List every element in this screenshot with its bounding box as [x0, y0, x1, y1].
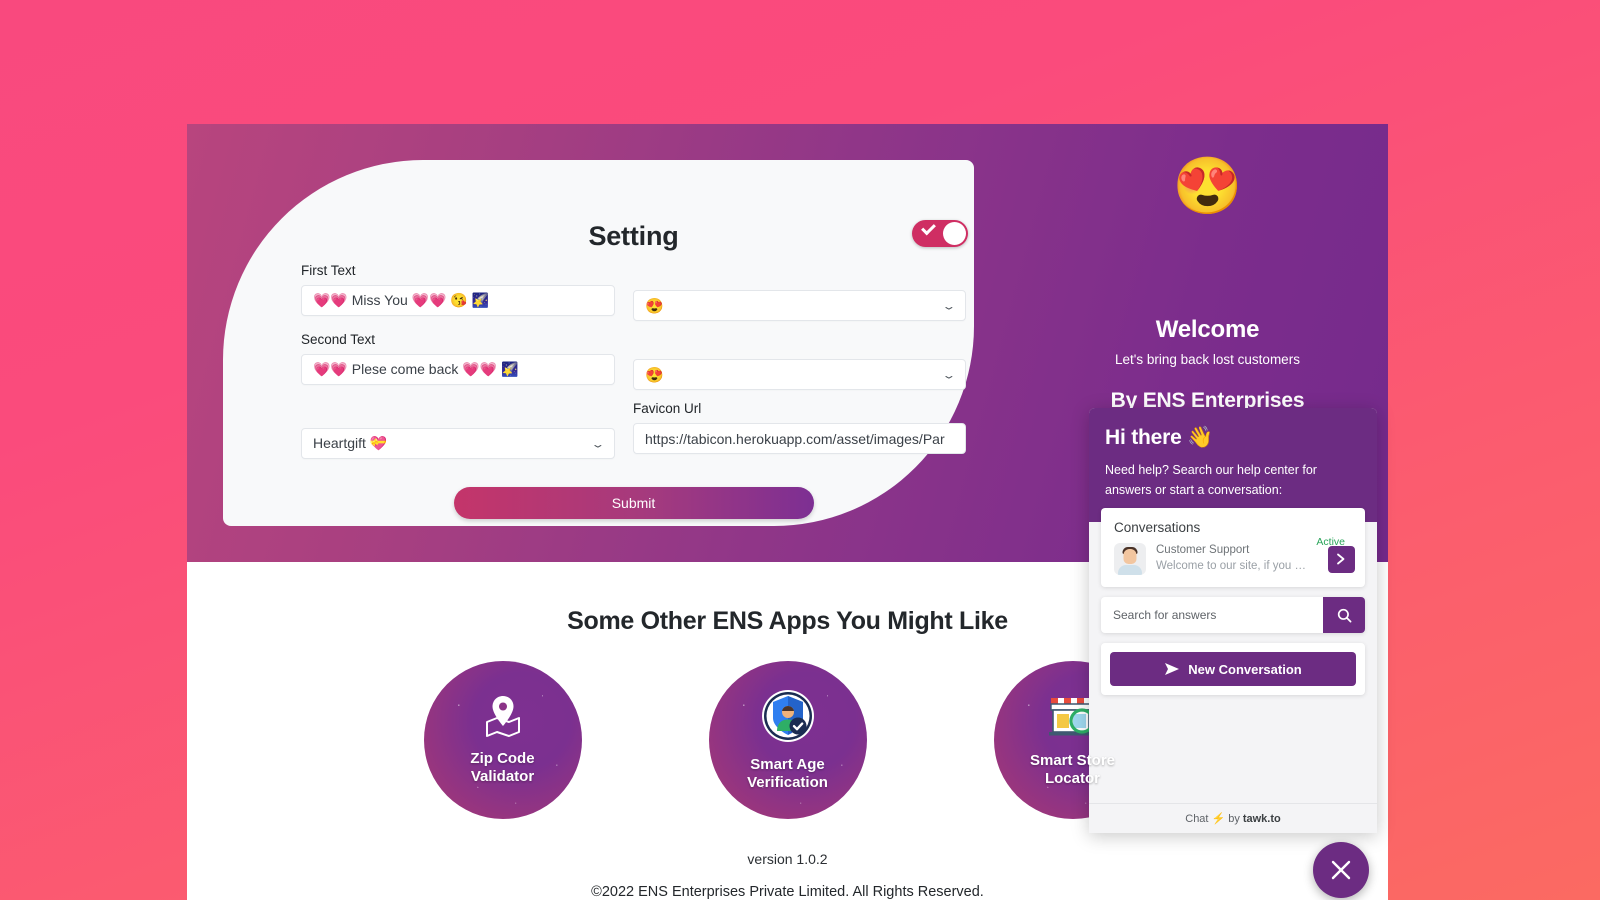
chevron-down-icon: ⌄	[590, 437, 606, 450]
check-icon	[921, 220, 936, 236]
conversation-preview: Welcome to our site, if you nee...	[1156, 560, 1308, 572]
help-search-panel	[1101, 597, 1365, 633]
field-favicon-url: Favicon Url https://tabicon.herokuapp.co…	[633, 400, 966, 459]
theme-spacer	[301, 400, 615, 423]
second-text-input[interactable]: 💗💗 Plese come back 💗💗 🌠	[301, 354, 615, 385]
app-label-smart-age-verification: Smart Age Verification	[747, 756, 828, 791]
second-emoji-value: 😍	[645, 366, 664, 384]
app-card-zip-code-validator[interactable]: Zip Code Validator	[423, 661, 582, 819]
new-conversation-label: New Conversation	[1188, 661, 1302, 677]
form-grid: First Text 💗💗 Miss You 💗💗 😘 🌠 😍 ⌄ Second…	[301, 262, 966, 469]
favicon-url-input[interactable]: https://tabicon.herokuapp.com/asset/imag…	[633, 423, 966, 454]
page-title: Setting	[588, 221, 679, 251]
map-pin-icon	[483, 694, 523, 742]
chat-widget-header: Hi there 👋 Need help? Search our help ce…	[1089, 408, 1377, 522]
chat-footer-prefix: Chat	[1185, 812, 1209, 825]
shield-verified-icon	[760, 688, 816, 748]
first-emoji-spacer	[633, 262, 966, 285]
copyright-text: ©2022 ENS Enterprises Private Limited. A…	[591, 884, 984, 900]
chat-footer-by: by	[1228, 812, 1240, 825]
enable-toggle[interactable]	[912, 220, 968, 247]
theme-select[interactable]: Heartgift 💝 ⌄	[301, 428, 615, 459]
avatar	[1114, 543, 1146, 575]
app-label-zip-code-validator: Zip Code Validator	[470, 750, 535, 785]
first-text-label: First Text	[301, 263, 356, 278]
second-emoji-select[interactable]: 😍 ⌄	[633, 359, 966, 390]
conversation-list-item[interactable]: Customer Support Welcome to our site, if…	[1101, 536, 1365, 587]
field-first-emoji: 😍 ⌄	[633, 262, 966, 321]
chat-widget-body: Conversations Customer Support Welcome t…	[1089, 508, 1377, 695]
first-emoji-select[interactable]: 😍 ⌄	[633, 290, 966, 321]
chevron-down-icon: ⌄	[941, 368, 957, 381]
settings-form: Setting First Text 💗💗 Miss You 💗💗 😘 🌠 😍 …	[301, 216, 968, 519]
first-emoji-value: 😍	[645, 297, 664, 315]
status-badge: Active	[1316, 535, 1345, 548]
search-input[interactable]	[1101, 597, 1323, 633]
conversations-panel: Conversations Customer Support Welcome t…	[1101, 508, 1365, 587]
avatar-head	[1123, 549, 1137, 564]
second-text-label: Second Text	[301, 332, 376, 347]
conversation-name: Customer Support	[1156, 544, 1250, 556]
settings-header: Setting	[301, 216, 968, 262]
favicon-url-label: Favicon Url	[633, 401, 702, 416]
heart-eyes-emoji-icon: 😍	[1172, 154, 1243, 217]
submit-row: Submit	[301, 487, 966, 519]
welcome-heading: Welcome	[1155, 316, 1260, 343]
submit-button[interactable]: Submit	[453, 487, 814, 519]
theme-value: Heartgift 💝	[313, 435, 388, 451]
chat-greeting: Hi there 👋	[1105, 426, 1214, 449]
chevron-down-icon: ⌄	[941, 299, 957, 312]
welcome-subtitle: Let's bring back lost customers	[1115, 352, 1300, 367]
search-button[interactable]	[1323, 597, 1365, 633]
chat-widget: Hi there 👋 Need help? Search our help ce…	[1089, 408, 1377, 833]
second-emoji-spacer	[633, 331, 966, 354]
conversation-text: Customer Support Welcome to our site, if…	[1156, 543, 1328, 575]
new-conversation-button[interactable]: New Conversation	[1110, 652, 1356, 686]
avatar-body	[1118, 565, 1142, 575]
lightning-bolt-icon: ⚡	[1211, 813, 1226, 825]
settings-panel: Setting First Text 💗💗 Miss You 💗💗 😘 🌠 😍 …	[223, 160, 974, 526]
open-conversation-button[interactable]	[1328, 545, 1355, 573]
chat-close-button[interactable]	[1313, 842, 1369, 898]
field-theme: Heartgift 💝 ⌄	[301, 400, 615, 459]
chat-widget-footer: Chat ⚡ by tawk.to	[1089, 803, 1377, 833]
conversation-action-wrap: Active	[1316, 536, 1355, 573]
chat-description: Need help? Search our help center for an…	[1105, 463, 1317, 497]
field-first-text: First Text 💗💗 Miss You 💗💗 😘 🌠	[301, 262, 615, 321]
toggle-knob	[943, 222, 966, 245]
new-conversation-panel: New Conversation	[1101, 643, 1365, 695]
field-second-emoji: 😍 ⌄	[633, 331, 966, 390]
app-card-smart-age-verification[interactable]: Smart Age Verification	[708, 661, 867, 819]
version-text: version 1.0.2	[747, 851, 828, 867]
first-text-input[interactable]: 💗💗 Miss You 💗💗 😘 🌠	[301, 285, 615, 316]
app-label-smart-store-locator: Smart Store Locator	[1029, 752, 1116, 787]
send-icon	[1165, 663, 1180, 675]
chevron-right-icon	[1337, 553, 1345, 565]
search-icon	[1337, 608, 1351, 622]
close-icon	[1331, 860, 1351, 880]
tawk-brand-link[interactable]: tawk.to	[1243, 813, 1281, 825]
field-second-text: Second Text 💗💗 Plese come back 💗💗 🌠	[301, 331, 615, 390]
